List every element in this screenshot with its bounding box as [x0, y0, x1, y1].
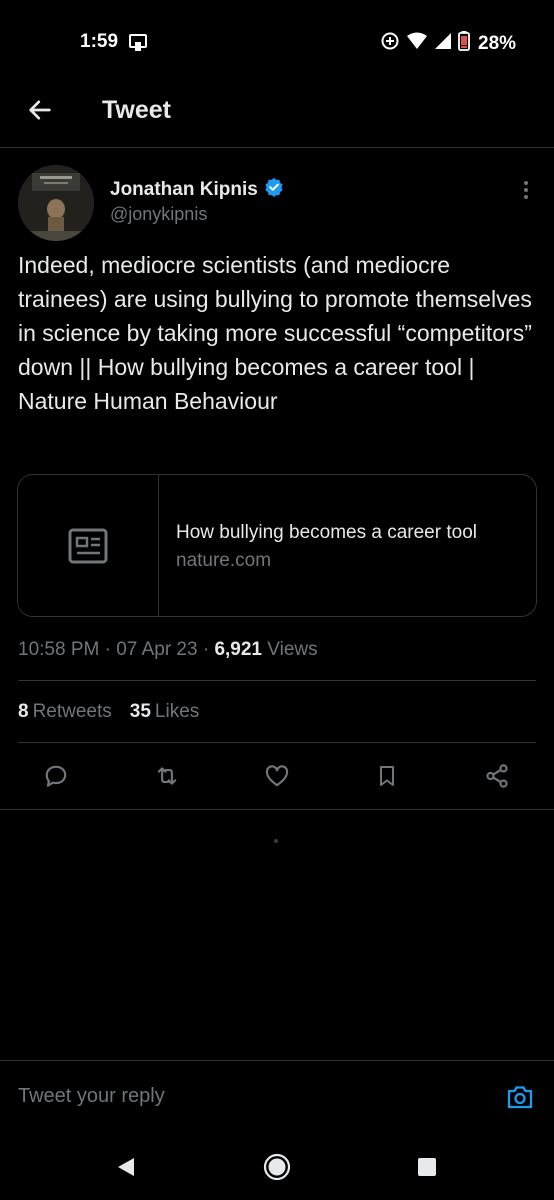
status-time: 1:59 [80, 31, 119, 52]
bookmark-button[interactable] [371, 760, 403, 792]
more-options-button[interactable] [516, 178, 536, 202]
nav-recents-icon [418, 1158, 436, 1176]
retweet-button[interactable] [151, 760, 183, 792]
likes-label: Likes [154, 701, 200, 722]
nav-home-button[interactable] [262, 1152, 292, 1182]
nav-back-button[interactable] [111, 1152, 141, 1182]
battery-percent: 28% [478, 32, 517, 54]
views-count[interactable]: 6,921 [214, 639, 262, 660]
reply-button[interactable] [40, 760, 72, 792]
cast-icon [128, 33, 148, 58]
likes-stat[interactable]: 35 Likes [130, 701, 200, 723]
loading-indicator [274, 839, 278, 843]
nav-recents-button[interactable] [412, 1152, 442, 1182]
tweet-time: 10:58 PM [18, 639, 100, 660]
retweets-count: 8 [18, 701, 29, 722]
signal-icon [434, 32, 452, 55]
share-icon [486, 764, 508, 788]
link-card-title: How bullying becomes a career tool [176, 522, 477, 543]
divider [18, 680, 536, 681]
arrow-left-icon [29, 100, 51, 120]
status-bar: 1:59 28% [0, 0, 554, 86]
page-title: Tweet [102, 96, 171, 124]
meta-separator: · [202, 639, 215, 660]
article-icon [68, 528, 108, 563]
retweets-stat[interactable]: 8 Retweets [18, 701, 112, 723]
author-name-row: Jonathan Kipnis [110, 177, 284, 202]
tweet-detail-screen: 1:59 28% Tweet Jonathan Kipnis @jonykipn… [0, 0, 554, 1200]
data-saver-icon [380, 31, 400, 56]
reply-icon [45, 765, 67, 787]
back-button[interactable] [24, 94, 56, 126]
tweet-meta: 10:58 PM · 07 Apr 23 · 6,921 Views [18, 639, 318, 661]
wifi-icon [406, 32, 428, 55]
reply-bar [0, 1060, 554, 1134]
nav-back-icon [118, 1158, 134, 1176]
likes-count: 35 [129, 701, 151, 722]
like-button[interactable] [261, 760, 293, 792]
link-card-thumbnail [18, 475, 159, 616]
reply-input[interactable] [18, 1085, 458, 1108]
bookmark-icon [380, 766, 394, 786]
nav-home-icon [263, 1153, 291, 1181]
link-card[interactable]: How bullying becomes a career tool natur… [17, 474, 537, 617]
tweet-text: Indeed, mediocre scientists (and mediocr… [18, 252, 532, 414]
status-icons: 28% [380, 31, 516, 56]
link-card-domain: nature.com [176, 550, 272, 571]
author-name[interactable]: Jonathan Kipnis [110, 179, 258, 201]
more-vertical-icon [524, 181, 528, 199]
retweet-icon [157, 767, 177, 785]
tweet-stats: 8 Retweets 35 Likes [18, 701, 199, 723]
header: Tweet [0, 86, 554, 148]
verified-badge-icon [264, 177, 284, 202]
heart-icon [265, 765, 289, 787]
avatar[interactable] [18, 165, 94, 241]
meta-separator: · [104, 639, 117, 660]
divider [18, 742, 536, 743]
author-handle[interactable]: @jonykipnis [110, 204, 207, 225]
tweet-actions [0, 748, 554, 808]
camera-icon [507, 1086, 533, 1109]
retweets-label: Retweets [32, 701, 112, 722]
views-label[interactable]: Views [267, 639, 317, 660]
divider [0, 809, 554, 810]
system-nav-bar [0, 1134, 554, 1200]
camera-button[interactable] [504, 1081, 536, 1113]
share-button[interactable] [481, 760, 513, 792]
battery-low-icon [458, 31, 470, 56]
tweet-date: 07 Apr 23 [116, 639, 198, 660]
